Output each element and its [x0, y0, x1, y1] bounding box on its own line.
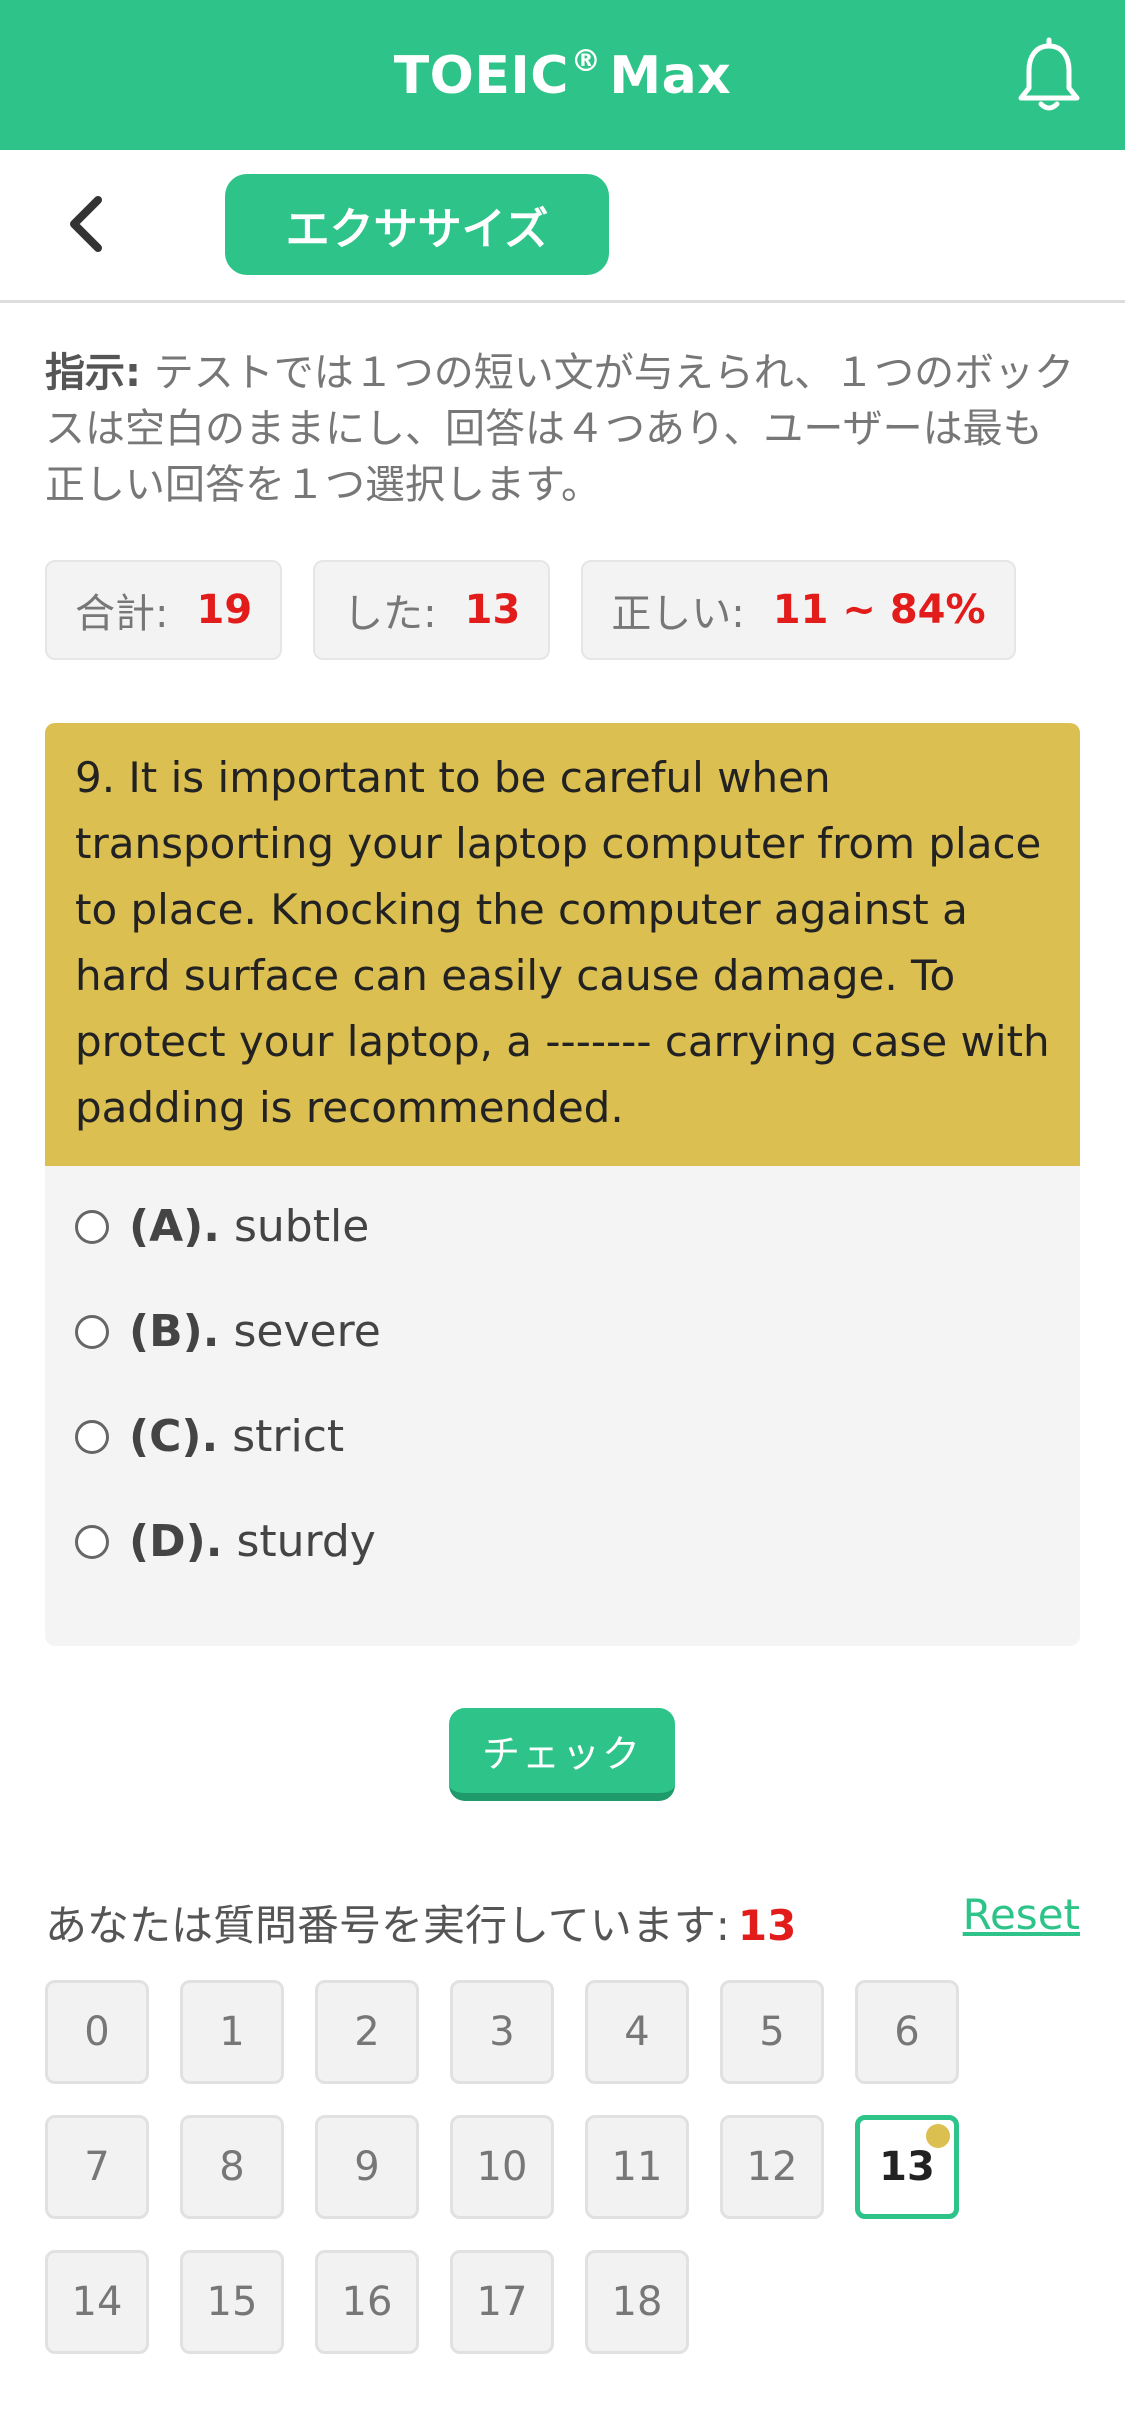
sub-header: エクササイズ — [0, 150, 1125, 303]
option-d[interactable]: (D). sturdy — [45, 1489, 1080, 1594]
question-number-cell[interactable]: 18 — [585, 2250, 689, 2354]
instruction-body: テストでは１つの短い文が与えられ、１つのボックスは空白のままにし、回答は４つあり… — [45, 350, 1075, 508]
question-number-cell[interactable]: 10 — [450, 2115, 554, 2219]
option-text: severe — [233, 1306, 381, 1357]
current-question-number: 13 — [737, 1901, 797, 1950]
question-text: 9. It is important to be careful when tr… — [45, 723, 1080, 1166]
option-text: sturdy — [236, 1516, 376, 1567]
option-key: (B). — [129, 1306, 220, 1357]
option-key: (A). — [129, 1201, 220, 1252]
app-title-main: TOEIC — [393, 46, 569, 106]
stat-correct-label: 正しい: — [611, 591, 745, 637]
option-text: subtle — [234, 1201, 370, 1252]
stat-done-value: 13 — [464, 587, 521, 633]
progress-label: あなたは質問番号を実行しています: 13 — [45, 1892, 796, 1953]
instruction-label: 指示: — [45, 350, 141, 396]
radio-button[interactable] — [75, 1419, 109, 1454]
question-number-cell[interactable]: 1 — [180, 1980, 284, 2084]
radio-button[interactable] — [75, 1524, 109, 1559]
answer-options: (A). subtle (B). severe (C). strict (D).… — [45, 1166, 1080, 1594]
stat-correct-value: 11 ~ 84% — [772, 587, 986, 633]
question-number-cell[interactable]: 17 — [450, 2250, 554, 2354]
question-number-cell[interactable]: 8 — [180, 2115, 284, 2219]
stat-total: 合計: 19 — [45, 560, 283, 660]
radio-button[interactable] — [75, 1209, 109, 1244]
question-number-cell-current[interactable]: 13 — [855, 2115, 959, 2219]
check-button[interactable]: チェック — [449, 1708, 675, 1801]
current-indicator-dot — [926, 2124, 950, 2148]
app-title: TOEIC® Max — [394, 44, 732, 106]
registered-mark: ® — [570, 44, 602, 79]
option-key: (D). — [129, 1516, 223, 1567]
question-number-label: 13 — [879, 2144, 935, 2190]
question-number-cell[interactable]: 9 — [315, 2115, 419, 2219]
question-number-cell[interactable]: 14 — [45, 2250, 149, 2354]
option-text: strict — [232, 1411, 345, 1462]
question-number-cell[interactable]: 0 — [45, 1980, 149, 2084]
stat-total-value: 19 — [196, 587, 253, 633]
question-number-cell[interactable]: 4 — [585, 1980, 689, 2084]
question-number-cell[interactable]: 16 — [315, 2250, 419, 2354]
option-a[interactable]: (A). subtle — [45, 1174, 1080, 1279]
stat-done-label: した: — [343, 591, 437, 637]
question-number-cell[interactable]: 11 — [585, 2115, 689, 2219]
radio-button[interactable] — [75, 1314, 109, 1349]
stats-bar: 合計: 19 した: 13 正しい: 11 ~ 84% — [45, 560, 1016, 660]
question-number-cell[interactable]: 7 — [45, 2115, 149, 2219]
question-number-cell[interactable]: 15 — [180, 2250, 284, 2354]
reset-link[interactable]: Reset — [963, 1890, 1080, 1939]
instruction-text: 指示: テストでは１つの短い文が与えられ、１つのボックスは空白のままにし、回答は… — [45, 345, 1075, 513]
question-number-cell[interactable]: 12 — [720, 2115, 824, 2219]
option-key: (C). — [129, 1411, 219, 1462]
chevron-left-icon[interactable] — [60, 194, 120, 254]
app-title-suffix: Max — [609, 46, 732, 106]
tab-exercise[interactable]: エクササイズ — [225, 174, 609, 275]
stat-done: した: 13 — [313, 560, 551, 660]
question-number-cell[interactable]: 5 — [720, 1980, 824, 2084]
stat-correct: 正しい: 11 ~ 84% — [581, 560, 1016, 660]
question-number-cell[interactable]: 2 — [315, 1980, 419, 2084]
app-header: TOEIC® Max — [0, 0, 1125, 150]
question-number-cell[interactable]: 6 — [855, 1980, 959, 2084]
option-b[interactable]: (B). severe — [45, 1279, 1080, 1384]
question-number-cell[interactable]: 3 — [450, 1980, 554, 2084]
question-card: 9. It is important to be careful when tr… — [45, 723, 1080, 1646]
bell-icon[interactable] — [1009, 36, 1089, 116]
stat-total-label: 合計: — [75, 591, 169, 637]
option-c[interactable]: (C). strict — [45, 1384, 1080, 1489]
progress-label-text: あなたは質問番号を実行しています: — [45, 1901, 730, 1950]
